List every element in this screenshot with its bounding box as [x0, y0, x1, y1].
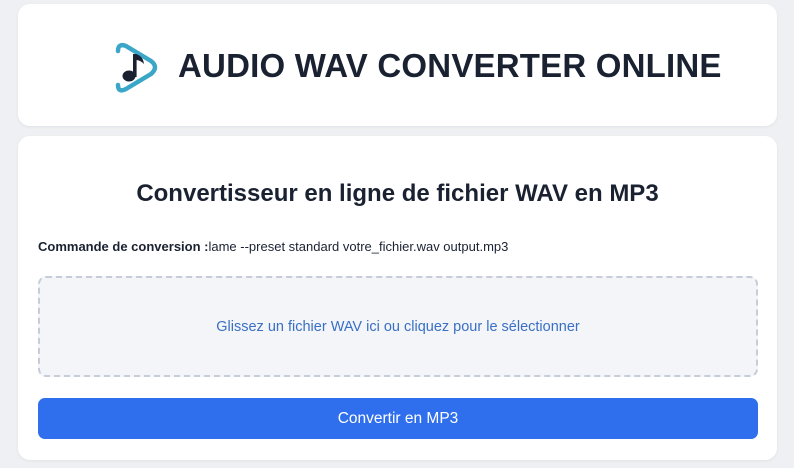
drop-zone-text: Glissez un fichier WAV ici ou cliquez po… [216, 318, 580, 335]
command-line: Commande de conversion :lame --preset st… [38, 238, 508, 256]
file-drop-zone[interactable]: Glissez un fichier WAV ici ou cliquez po… [38, 276, 758, 377]
command-value: lame --preset standard votre_fichier.wav… [208, 239, 509, 254]
convert-to-mp3-button[interactable]: Convertir en MP3 [38, 398, 758, 439]
converter-card: Convertisseur en ligne de fichier WAV en… [18, 136, 777, 460]
music-note-play-icon [115, 42, 158, 93]
command-label: Commande de conversion : [38, 239, 209, 254]
page-title: Convertisseur en ligne de fichier WAV en… [136, 180, 659, 207]
header-card: AUDIO WAV CONVERTER ONLINE [18, 4, 777, 126]
app-title: AUDIO WAV CONVERTER ONLINE [178, 47, 722, 84]
